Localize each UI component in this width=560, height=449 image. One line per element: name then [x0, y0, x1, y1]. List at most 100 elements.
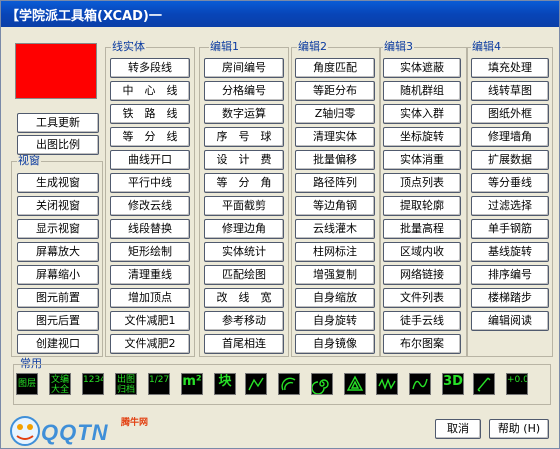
edit3-button-6[interactable]: 提取轮廓: [383, 196, 461, 216]
spiral-icon[interactable]: [311, 373, 333, 395]
edit4-button-11[interactable]: 编辑阅读: [471, 311, 549, 331]
edit3-button-12[interactable]: 布尔图案: [383, 334, 461, 354]
edit3-button-4[interactable]: 实体消重: [383, 150, 461, 170]
edit1-button-8[interactable]: 实体统计: [204, 242, 284, 262]
block-icon[interactable]: 块: [214, 373, 236, 395]
edit2-button-12[interactable]: 自身镜像: [295, 334, 375, 354]
edit3-button-11[interactable]: 徒手云线: [383, 311, 461, 331]
edit1-button-10[interactable]: 改 线 宽: [204, 288, 284, 308]
edit2-button-5[interactable]: 路径阵列: [295, 173, 375, 193]
edit2-button-0[interactable]: 角度匹配: [295, 58, 375, 78]
edit4-button-5[interactable]: 等分垂线: [471, 173, 549, 193]
view-button-2[interactable]: 显示视窗: [17, 219, 99, 239]
edit2-button-3[interactable]: 清理实体: [295, 127, 375, 147]
block-icon-label: 块: [218, 374, 232, 389]
edit3-button-7[interactable]: 批量高程: [383, 219, 461, 239]
edit2-button-7[interactable]: 云线灌木: [295, 219, 375, 239]
edit2-button-6[interactable]: 等边角钢: [295, 196, 375, 216]
edit1-button-4[interactable]: 设 计 费: [204, 150, 284, 170]
edit1-button-9[interactable]: 匹配绘图: [204, 265, 284, 285]
edit2-button-9[interactable]: 增强复制: [295, 265, 375, 285]
watermark-tag: 腾牛网: [121, 418, 149, 428]
view-button-3[interactable]: 屏幕放大: [17, 242, 99, 262]
edit1-button-12[interactable]: 首尾相连: [204, 334, 284, 354]
edit1-button-7[interactable]: 修理边角: [204, 219, 284, 239]
edit1-button-1[interactable]: 分格编号: [204, 81, 284, 101]
line-button-4[interactable]: 曲线开口: [110, 150, 190, 170]
elevation-icon[interactable]: +0.00: [506, 373, 528, 395]
edit3-button-0[interactable]: 实体遮蔽: [383, 58, 461, 78]
view-button-7[interactable]: 创建视口: [17, 334, 99, 354]
line-button-6[interactable]: 修改云线: [110, 196, 190, 216]
print-icon[interactable]: 出图归档: [115, 373, 137, 395]
edit3-button-3[interactable]: 坐标旋转: [383, 127, 461, 147]
edit1-button-11[interactable]: 参考移动: [204, 311, 284, 331]
area-calc-icon[interactable]: 1/27: [148, 373, 170, 395]
line-button-7[interactable]: 线段替换: [110, 219, 190, 239]
edit4-button-9[interactable]: 排序编号: [471, 265, 549, 285]
square-meter-icon[interactable]: m²: [181, 373, 203, 395]
edit3-button-10[interactable]: 文件列表: [383, 288, 461, 308]
left-button-1[interactable]: 出图比例: [17, 135, 99, 155]
edit4-button-1[interactable]: 线转草图: [471, 81, 549, 101]
number-icon[interactable]: 1234: [82, 373, 104, 395]
edit4-button-3[interactable]: 修理墙角: [471, 127, 549, 147]
edit1-button-5[interactable]: 等 分 角: [204, 173, 284, 193]
view-button-1[interactable]: 关闭视窗: [17, 196, 99, 216]
view-button-0[interactable]: 生成视窗: [17, 173, 99, 193]
line-button-2[interactable]: 铁 路 线: [110, 104, 190, 124]
view-button-5[interactable]: 图元前置: [17, 288, 99, 308]
line-button-11[interactable]: 文件减肥1: [110, 311, 190, 331]
title-bar[interactable]: 【学院派工具箱(XCAD)一: [1, 1, 559, 27]
help-button[interactable]: 帮助 (H): [489, 419, 549, 439]
line-button-5[interactable]: 平行中线: [110, 173, 190, 193]
edit4-button-6[interactable]: 过滤选择: [471, 196, 549, 216]
left-button-0[interactable]: 工具更新: [17, 113, 99, 133]
edit3-button-2[interactable]: 实体入群: [383, 104, 461, 124]
edit1-button-0[interactable]: 房间编号: [204, 58, 284, 78]
line-button-3[interactable]: 等 分 线: [110, 127, 190, 147]
view-button-6[interactable]: 图元后置: [17, 311, 99, 331]
edit2-button-4[interactable]: 批量偏移: [295, 150, 375, 170]
pen-icon[interactable]: [473, 373, 495, 395]
edit3-button-9[interactable]: 网络链接: [383, 265, 461, 285]
line-button-0[interactable]: 转多段线: [110, 58, 190, 78]
view-button-4[interactable]: 屏幕缩小: [17, 265, 99, 285]
edit2-button-11[interactable]: 自身旋转: [295, 311, 375, 331]
edit4-button-0[interactable]: 填充处理: [471, 58, 549, 78]
curve-icon[interactable]: [409, 373, 431, 395]
edit2-button-10[interactable]: 自身缩放: [295, 288, 375, 308]
3d-icon[interactable]: 3D: [442, 373, 464, 395]
layer-icon[interactable]: 图层: [16, 373, 38, 395]
edit4-button-8[interactable]: 基线旋转: [471, 242, 549, 262]
layer-icon-label: 图层: [17, 379, 36, 389]
edit1-button-6[interactable]: 平面截剪: [204, 196, 284, 216]
edit4-button-4[interactable]: 扩展数据: [471, 150, 549, 170]
draw-icon[interactable]: [245, 373, 267, 395]
edit4-button-10[interactable]: 楼梯踏步: [471, 288, 549, 308]
color-swatch[interactable]: [15, 43, 97, 99]
line-button-9[interactable]: 清理重线: [110, 265, 190, 285]
print-icon-label: 出图归档: [116, 375, 135, 395]
edit2-button-1[interactable]: 等距分布: [295, 81, 375, 101]
edit4-button-7[interactable]: 单手钢筋: [471, 219, 549, 239]
triangle-icon[interactable]: [344, 373, 366, 395]
arc-icon[interactable]: [278, 373, 300, 395]
edit1-button-2[interactable]: 数字运算: [204, 104, 284, 124]
edit4-button-2[interactable]: 图纸外框: [471, 104, 549, 124]
line-button-10[interactable]: 增加顶点: [110, 288, 190, 308]
line-button-12[interactable]: 文件减肥2: [110, 334, 190, 354]
line-button-1[interactable]: 中 心 线: [110, 81, 190, 101]
library-icon-label: 文编大全: [50, 375, 69, 395]
cancel-button[interactable]: 取消: [435, 419, 481, 439]
edit1-button-3[interactable]: 序 号 球: [204, 127, 284, 147]
line-button-8[interactable]: 矩形绘制: [110, 242, 190, 262]
edit3-button-8[interactable]: 区域内收: [383, 242, 461, 262]
edit3-button-1[interactable]: 随机群组: [383, 81, 461, 101]
elevation-icon-label: +0.00: [507, 375, 527, 385]
edit2-button-8[interactable]: 柱网标注: [295, 242, 375, 262]
wave-icon[interactable]: [376, 373, 398, 395]
edit2-button-2[interactable]: Z轴归零: [295, 104, 375, 124]
edit3-button-5[interactable]: 顶点列表: [383, 173, 461, 193]
library-icon[interactable]: 文编大全: [49, 373, 71, 395]
